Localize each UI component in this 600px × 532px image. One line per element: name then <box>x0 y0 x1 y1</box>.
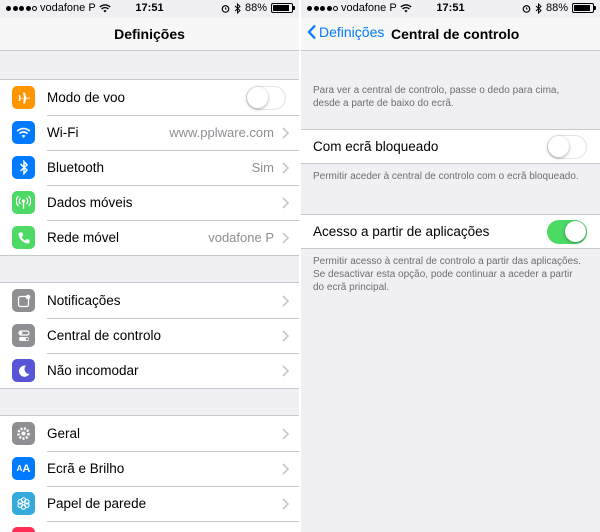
setting-row-wallpaper[interactable]: Papel de parede <box>0 486 299 521</box>
bluetooth-status-icon <box>535 2 542 14</box>
setting-label: Rede móvel <box>47 230 120 245</box>
status-bar: vodafone P 17:51 88% <box>0 0 299 18</box>
setting-row-lock-screen[interactable]: Com ecrã bloqueado <box>301 129 600 164</box>
setting-row-bluetooth[interactable]: Bluetooth Sim <box>0 150 299 185</box>
setting-label: Não incomodar <box>47 363 139 378</box>
bluetooth-icon <box>12 156 35 179</box>
setting-label: Notificações <box>47 293 121 308</box>
page-title: Central de controlo <box>391 26 520 42</box>
airplane-icon <box>12 86 35 109</box>
settings-screen: vodafone P 17:51 88% Definições Modo de … <box>0 0 299 532</box>
setting-label: Geral <box>47 426 81 441</box>
wifi-icon <box>12 121 35 144</box>
within-apps-note: Permitir acesso à central de controlo a … <box>313 256 581 293</box>
setting-row-mobile-data[interactable]: Dados móveis <box>0 185 299 220</box>
chevron-right-icon <box>282 294 289 307</box>
cellular-icon <box>12 191 35 214</box>
status-bar: vodafone P 17:51 88% <box>301 0 600 18</box>
setting-row-wifi[interactable]: Wi-Fi www.pplware.com <box>0 115 299 150</box>
lock-screen-toggle[interactable] <box>547 134 587 159</box>
navigation-bar: Definições <box>0 18 299 51</box>
control-center-icon <box>12 324 35 347</box>
system-group: Notificações Central de controlo Não inc… <box>0 282 299 389</box>
gear-icon <box>12 422 35 445</box>
setting-row-general[interactable]: Geral <box>0 416 299 451</box>
chevron-right-icon <box>282 497 289 510</box>
phone-icon <box>12 226 35 249</box>
alarm-icon <box>522 4 531 13</box>
setting-label: Wi-Fi <box>47 125 79 140</box>
carrier-value: vodafone P <box>208 230 274 245</box>
battery-icon <box>572 3 596 13</box>
setting-label: Acesso a partir de aplicações <box>313 224 490 239</box>
battery-icon <box>271 3 295 13</box>
battery-percent: 88% <box>545 2 568 14</box>
bluetooth-status-icon <box>234 2 241 14</box>
setting-row-next[interactable] <box>0 521 299 532</box>
setting-row-carrier[interactable]: Rede móvel vodafone P <box>0 220 299 255</box>
setting-label: Bluetooth <box>47 160 105 175</box>
setting-label: Central de controlo <box>47 328 162 343</box>
airplane-mode-toggle[interactable] <box>246 85 286 110</box>
chevron-right-icon <box>282 231 289 244</box>
battery-percent: 88% <box>244 2 267 14</box>
control-center-settings-screen: vodafone P 17:51 88% Definições Central … <box>301 0 600 532</box>
chevron-left-icon <box>307 24 316 40</box>
chevron-right-icon <box>282 329 289 342</box>
chevron-right-icon <box>282 427 289 440</box>
setting-row-airplane[interactable]: Modo de voo <box>0 80 299 115</box>
setting-label: Papel de parede <box>47 496 147 511</box>
wifi-network-value: www.pplware.com <box>169 125 274 140</box>
lock-screen-note: Permitir aceder à central de controlo co… <box>313 171 579 182</box>
setting-label: Ecrã e Brilho <box>47 461 125 476</box>
brightness-icon: AA <box>12 457 35 480</box>
wallpaper-icon <box>12 492 35 515</box>
general-group: Geral AA Ecrã e Brilho Papel de parede <box>0 415 299 532</box>
setting-label: Dados móveis <box>47 195 133 210</box>
setting-row-control-center[interactable]: Central de controlo <box>0 318 299 353</box>
setting-label: Com ecrã bloqueado <box>313 139 439 154</box>
setting-row-display[interactable]: AA Ecrã e Brilho <box>0 451 299 486</box>
chevron-right-icon <box>282 196 289 209</box>
setting-row-notifications[interactable]: Notificações <box>0 283 299 318</box>
alarm-icon <box>221 4 230 13</box>
back-button-label: Definições <box>319 24 385 40</box>
chevron-right-icon <box>282 161 289 174</box>
chevron-right-icon <box>282 462 289 475</box>
setting-row-within-apps[interactable]: Acesso a partir de aplicações <box>301 214 600 249</box>
notifications-icon <box>12 289 35 312</box>
setting-label: Modo de voo <box>47 90 126 105</box>
setting-row-do-not-disturb[interactable]: Não incomodar <box>0 353 299 388</box>
connectivity-group: Modo de voo Wi-Fi www.pplware.com Blueto… <box>0 79 299 256</box>
back-button[interactable]: Definições <box>307 24 384 40</box>
chevron-right-icon <box>282 126 289 139</box>
sounds-icon <box>12 527 35 532</box>
navigation-bar: Definições Central de controlo <box>301 18 600 51</box>
moon-icon <box>12 359 35 382</box>
page-title: Definições <box>114 26 185 42</box>
bluetooth-value: Sim <box>251 160 274 175</box>
within-apps-toggle[interactable] <box>547 219 587 244</box>
chevron-right-icon <box>282 364 289 377</box>
intro-text: Para ver a central de controlo, passe o … <box>313 85 560 109</box>
